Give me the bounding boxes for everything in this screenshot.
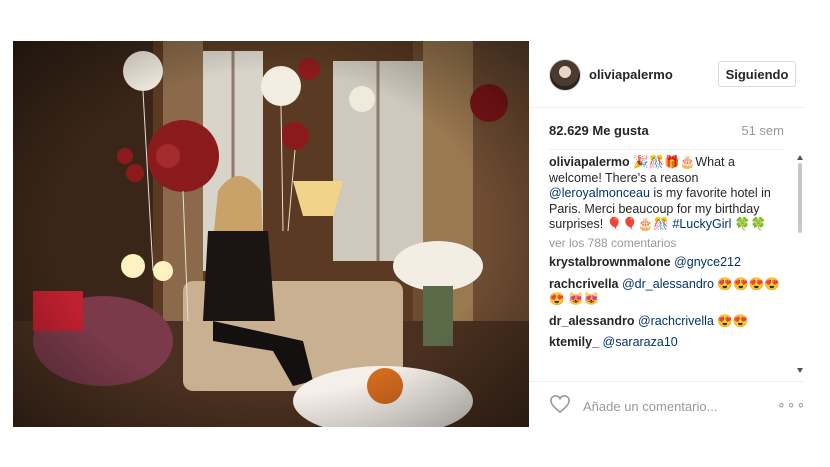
comment-item: dr_alessandro @rachcrivella 😍😍 bbox=[549, 314, 791, 330]
comment-item: ktemily_ @sararaza10 bbox=[549, 335, 791, 351]
likes-count[interactable]: 82.629 Me gusta bbox=[549, 123, 649, 138]
divider bbox=[549, 149, 784, 150]
comment-bar: ∘∘∘ bbox=[529, 381, 806, 428]
scroll-thumb[interactable] bbox=[798, 163, 802, 233]
view-all-comments-link[interactable]: ver los 788 comentarios bbox=[549, 236, 791, 252]
heart-outline-icon[interactable] bbox=[549, 394, 571, 414]
post-sidebar: oliviapalermo Siguiendo 82.629 Me gusta … bbox=[529, 41, 806, 428]
comments-list: oliviapalermo 🎉🎊🎁🎂What a welcome! There'… bbox=[549, 155, 791, 373]
post-timestamp[interactable]: 51 sem bbox=[741, 123, 784, 138]
post-photo[interactable] bbox=[13, 41, 529, 427]
caption-username[interactable]: oliviapalermo bbox=[549, 155, 630, 169]
scroll-up-arrow-icon[interactable] bbox=[797, 155, 803, 160]
instagram-post: oliviapalermo Siguiendo 82.629 Me gusta … bbox=[13, 41, 806, 428]
comment-mention[interactable]: @rachcrivella bbox=[638, 314, 714, 328]
comments-scrollbar[interactable] bbox=[797, 155, 803, 373]
comment-item: krystalbrownmalone @gnyce212 bbox=[549, 255, 791, 271]
profile-avatar[interactable] bbox=[549, 59, 581, 91]
comment-text: 😍😍 bbox=[713, 313, 749, 328]
comment-item: rachcrivella @dr_alessandro 😍😍😍😍😍 😻😻 bbox=[549, 277, 791, 308]
comment-mention[interactable]: @dr_alessandro bbox=[622, 277, 714, 291]
caption-text: 🍀🍀 bbox=[731, 217, 767, 231]
scroll-down-arrow-icon[interactable] bbox=[797, 368, 803, 373]
comment-username[interactable]: dr_alessandro bbox=[549, 314, 634, 328]
comment-mention[interactable]: @sararaza10 bbox=[603, 335, 678, 349]
author-username[interactable]: oliviapalermo bbox=[589, 67, 673, 82]
post-stats: 82.629 Me gusta 51 sem bbox=[549, 123, 784, 143]
comment-username[interactable]: ktemily_ bbox=[549, 335, 599, 349]
comment-mention[interactable]: @gnyce212 bbox=[674, 255, 741, 269]
caption-mention[interactable]: @leroyalmonceau bbox=[549, 186, 650, 200]
post-caption: oliviapalermo 🎉🎊🎁🎂What a welcome! There'… bbox=[549, 155, 791, 233]
comment-username[interactable]: krystalbrownmalone bbox=[549, 255, 671, 269]
comment-input[interactable] bbox=[581, 395, 755, 417]
photo-illustration bbox=[13, 41, 529, 427]
caption-hashtag[interactable]: #LuckyGirl bbox=[672, 217, 731, 231]
post-header: oliviapalermo Siguiendo bbox=[529, 41, 804, 108]
comment-username[interactable]: rachcrivella bbox=[549, 277, 619, 291]
more-options-icon[interactable]: ∘∘∘ bbox=[777, 396, 806, 413]
following-button[interactable]: Siguiendo bbox=[718, 61, 796, 87]
